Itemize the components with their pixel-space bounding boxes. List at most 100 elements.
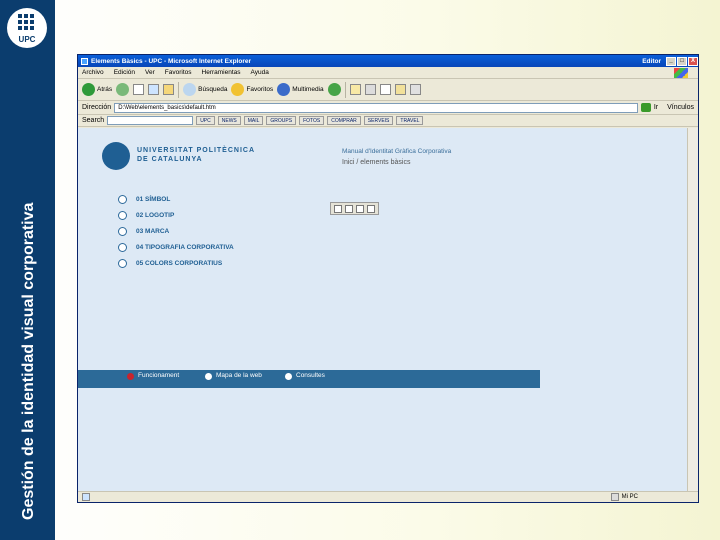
close-button[interactable]: X: [688, 56, 698, 66]
ie-icon: [81, 57, 88, 65]
folder-icon[interactable]: [367, 204, 375, 213]
forward-arrow-icon[interactable]: [116, 83, 130, 96]
toolbar-separator: [344, 81, 346, 98]
editor-label[interactable]: Editor: [642, 58, 661, 65]
upc-logo-icon: UPC: [7, 8, 47, 48]
radio-bullet-icon: [118, 258, 127, 268]
favorites-button[interactable]: Favoritos: [231, 83, 273, 96]
menu-ayuda[interactable]: Ayuda: [251, 69, 269, 76]
refresh-icon[interactable]: [148, 84, 160, 95]
go-arrow-icon[interactable]: [640, 103, 651, 112]
menu-item-label: 02 LOGOTIP: [136, 211, 175, 219]
toolbar: Atrás Búsqueda Favoritos Multimedia: [78, 79, 698, 101]
edit-icon[interactable]: [379, 84, 391, 95]
star-icon: [231, 83, 245, 96]
search-label: Búsqueda: [198, 86, 228, 93]
bottom-nav-bar: Funcionament Mapa de la web Consultes: [78, 370, 540, 388]
computer-icon: [610, 493, 619, 501]
radio-bullet-icon: [118, 210, 127, 220]
menu-item-logotip[interactable]: 02 LOGOTIP: [118, 207, 234, 223]
address-input[interactable]: D:\Web\elements_basics\default.htm: [114, 102, 638, 113]
stop-icon[interactable]: [133, 84, 145, 95]
print-icon[interactable]: [345, 204, 353, 213]
link-groups[interactable]: GROUPS: [266, 116, 297, 125]
menu-ver[interactable]: Ver: [145, 69, 155, 76]
manual-title: Manual d'Identitat Gràfica Corporativa: [342, 148, 452, 155]
links-label[interactable]: Vínculos: [667, 104, 694, 111]
section-menu: 01 SÍMBOL 02 LOGOTIP 03 MARCA 04 TIPOGRA…: [118, 191, 234, 271]
nav-mapa-web[interactable]: Mapa de la web: [204, 365, 262, 381]
print-icon[interactable]: [364, 84, 376, 95]
nav-dot-icon: [284, 372, 293, 381]
link-comprar[interactable]: COMPRAR: [327, 116, 361, 125]
logo-text: UPC: [19, 35, 36, 44]
notes-icon[interactable]: [394, 84, 406, 95]
back-arrow-icon: [82, 83, 95, 96]
toolbar-separator: [178, 81, 180, 98]
slide-vertical-title: Gestión de la identidad visual corporati…: [20, 202, 37, 520]
link-serveis[interactable]: SERVEIS: [363, 116, 394, 125]
university-line-2: DE CATALUNYA: [137, 156, 203, 163]
nav-consultes[interactable]: Consultes: [284, 365, 325, 381]
menu-edicion[interactable]: Edición: [114, 69, 135, 76]
menu-item-label: 04 TIPOGRAFIA CORPORATIVA: [136, 243, 234, 251]
menu-favoritos[interactable]: Favoritos: [165, 69, 192, 76]
link-fotos[interactable]: FOTOS: [299, 116, 325, 125]
vertical-scrollbar[interactable]: [687, 128, 698, 492]
search-toolbar-input[interactable]: [107, 116, 194, 125]
page-content: UNIVERSITAT POLITÈCNICA DE CATALUNYA Man…: [78, 128, 688, 492]
multimedia-button[interactable]: Multimedia: [277, 83, 324, 96]
mail-icon[interactable]: [349, 84, 361, 95]
go-label[interactable]: Ir: [654, 104, 658, 111]
link-news[interactable]: NEWS: [217, 116, 241, 125]
menu-item-label: 03 MARCA: [136, 227, 170, 235]
favorites-label: Favoritos: [246, 86, 274, 93]
link-mail[interactable]: MAIL: [243, 116, 264, 125]
image-toolbar: [330, 202, 379, 215]
minimize-button[interactable]: _: [666, 56, 676, 66]
window-title: Elements Bàsics - UPC - Microsoft Intern…: [91, 57, 252, 65]
nav-label: Consultes: [296, 372, 325, 379]
search-icon: [183, 83, 197, 96]
menu-herramientas[interactable]: Herramientas: [202, 69, 241, 76]
radio-bullet-icon: [118, 226, 127, 236]
address-label: Dirección: [82, 104, 112, 111]
menu-item-label: 05 COLORS CORPORATIUS: [136, 259, 223, 267]
breadcrumb: Inici / elements bàsics: [342, 159, 411, 166]
nav-dot-icon: [204, 372, 213, 381]
nav-label: Mapa de la web: [216, 372, 262, 379]
university-name: UNIVERSITAT POLITÈCNICA DE CATALUNYA: [137, 146, 255, 164]
upc-mark-icon: [102, 142, 130, 170]
search-button[interactable]: Búsqueda: [183, 83, 227, 96]
media-icon: [277, 83, 291, 96]
link-travel[interactable]: TRAVEL: [396, 116, 424, 125]
nav-funcionament[interactable]: Funcionament: [126, 365, 179, 381]
nav-dot-icon: [126, 372, 135, 381]
history-icon[interactable]: [327, 83, 341, 96]
save-icon[interactable]: [334, 204, 342, 213]
zone-label: Mi PC: [621, 494, 638, 500]
menu-item-marca[interactable]: 03 MARCA: [118, 223, 234, 239]
home-icon[interactable]: [163, 84, 175, 95]
back-label: Atrás: [97, 86, 113, 93]
search-toolbar: Search UPC NEWS MAIL GROUPS FOTOS COMPRA…: [78, 115, 698, 127]
university-line-1: UNIVERSITAT POLITÈCNICA: [137, 147, 256, 154]
menu-item-simbol[interactable]: 01 SÍMBOL: [118, 191, 234, 207]
browser-window: Elements Bàsics - UPC - Microsoft Intern…: [77, 54, 699, 503]
back-button[interactable]: Atrás: [82, 83, 112, 96]
radio-bullet-icon: [118, 194, 127, 204]
maximize-button[interactable]: □: [677, 56, 687, 66]
page-icon: [82, 493, 90, 501]
menu-item-colors[interactable]: 05 COLORS CORPORATIUS: [118, 255, 234, 271]
messenger-icon[interactable]: [409, 84, 421, 95]
status-bar: Mi PC: [78, 491, 698, 502]
menu-item-label: 01 SÍMBOL: [136, 195, 171, 203]
link-upc[interactable]: UPC: [196, 116, 215, 125]
menu-item-tipografia[interactable]: 04 TIPOGRAFIA CORPORATIVA: [118, 239, 234, 255]
windows-logo-icon: [674, 67, 688, 78]
radio-bullet-icon: [118, 242, 127, 252]
multimedia-label: Multimedia: [292, 86, 324, 93]
menu-archivo[interactable]: Archivo: [82, 69, 104, 76]
address-bar: Dirección D:\Web\elements_basics\default…: [78, 101, 698, 115]
mail-icon[interactable]: [356, 204, 364, 213]
